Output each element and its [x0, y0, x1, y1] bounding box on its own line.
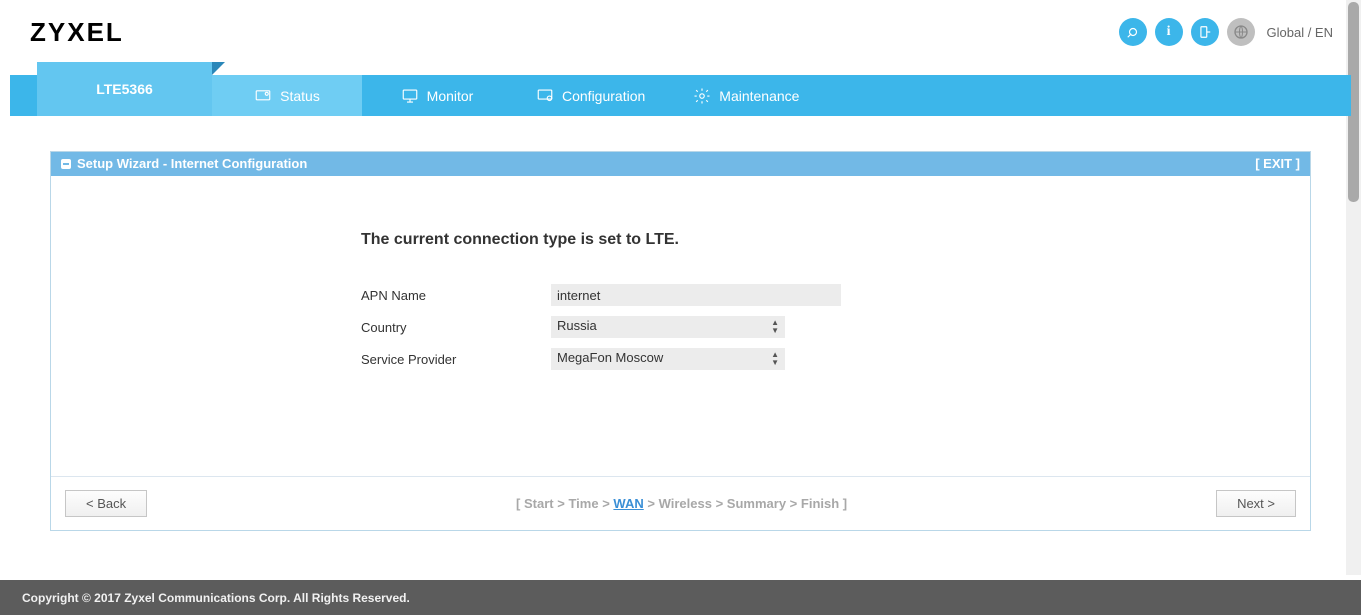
header-actions: i Global / EN: [1119, 18, 1333, 46]
globe-icon[interactable]: [1227, 18, 1255, 46]
nav-configuration-label: Configuration: [562, 88, 645, 104]
status-icon: [254, 87, 272, 105]
bracket-open: [: [516, 496, 524, 511]
provider-select[interactable]: MegaFon Moscow: [551, 348, 785, 370]
collapse-icon[interactable]: [61, 159, 71, 169]
panel-footer: < Back [ Start > Time > WAN > Wireless >…: [51, 476, 1310, 530]
copyright-text: Copyright © 2017 Zyxel Communications Co…: [22, 591, 410, 605]
configuration-icon: [536, 87, 554, 105]
next-button[interactable]: Next >: [1216, 490, 1296, 517]
step-time[interactable]: Time: [568, 496, 598, 511]
wizard-breadcrumb: [ Start > Time > WAN > Wireless > Summar…: [147, 496, 1216, 511]
nav-status[interactable]: Status: [212, 75, 362, 116]
nav-maintenance[interactable]: Maintenance: [669, 75, 823, 116]
device-tab[interactable]: LTE5366: [37, 62, 212, 116]
nav-monitor-label: Monitor: [427, 88, 474, 104]
exit-link[interactable]: [ EXIT ]: [1255, 156, 1300, 171]
nav-configuration[interactable]: Configuration: [512, 75, 669, 116]
country-select[interactable]: Russia: [551, 316, 785, 338]
nav-monitor[interactable]: Monitor: [362, 75, 512, 116]
maintenance-icon: [693, 87, 711, 105]
page-footer: Copyright © 2017 Zyxel Communications Co…: [0, 580, 1361, 615]
provider-label: Service Provider: [361, 352, 551, 367]
wizard-panel: Setup Wizard - Internet Configuration [ …: [50, 151, 1311, 531]
wizard-heading: The current connection type is set to LT…: [361, 231, 921, 249]
nav-maintenance-label: Maintenance: [719, 88, 799, 104]
main-nav: LTE5366 Status Monitor: [10, 75, 1351, 116]
brand-logo: ZYXEL: [30, 17, 124, 48]
wizard-icon[interactable]: [1119, 18, 1147, 46]
apn-label: APN Name: [361, 288, 551, 303]
page-header: ZYXEL i Global / EN: [0, 0, 1361, 65]
info-icon[interactable]: i: [1155, 18, 1183, 46]
step-wan[interactable]: WAN: [613, 496, 643, 511]
bracket-close: ]: [843, 496, 847, 511]
logout-icon[interactable]: [1191, 18, 1219, 46]
apn-input[interactable]: [551, 284, 841, 306]
country-label: Country: [361, 320, 551, 335]
back-button[interactable]: < Back: [65, 490, 147, 517]
step-start[interactable]: Start: [524, 496, 554, 511]
panel-body: The current connection type is set to LT…: [51, 176, 1310, 476]
nav-status-label: Status: [280, 88, 320, 104]
panel-header: Setup Wizard - Internet Configuration [ …: [51, 152, 1310, 176]
panel-title: Setup Wizard - Internet Configuration: [77, 156, 307, 171]
step-finish[interactable]: Finish: [801, 496, 839, 511]
monitor-icon: [401, 87, 419, 105]
language-label[interactable]: Global / EN: [1267, 25, 1333, 40]
step-summary[interactable]: Summary: [727, 496, 786, 511]
step-wireless[interactable]: Wireless: [659, 496, 712, 511]
